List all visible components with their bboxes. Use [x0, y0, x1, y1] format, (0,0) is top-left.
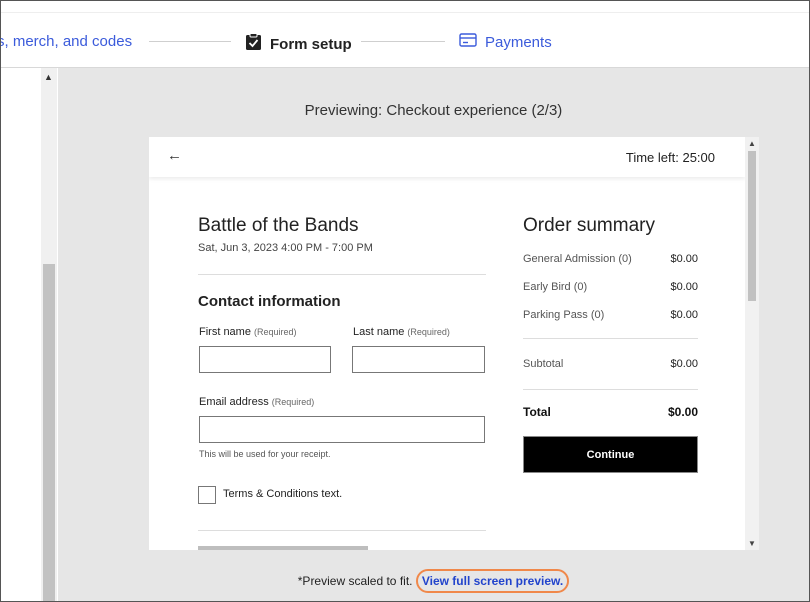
divider [523, 338, 698, 339]
event-date: Sat, Jun 3, 2023 4:00 PM - 7:00 PM [198, 242, 373, 254]
divider [523, 389, 698, 390]
last-name-input[interactable] [352, 346, 485, 373]
preview-scrollbar[interactable]: ▲ ▼ [745, 137, 759, 550]
step-connector [361, 41, 445, 42]
step-tickets-merch-codes[interactable]: s, merch, and codes [0, 33, 133, 50]
summary-item: Parking Pass (0) $0.00 [523, 309, 698, 321]
label-text: First name [199, 326, 251, 338]
app-window: s, merch, and codes Form setup Payments … [0, 0, 810, 602]
scrollbar-thumb[interactable] [43, 264, 55, 601]
item-amount: $0.00 [670, 253, 698, 265]
item-amount: $0.00 [670, 309, 698, 321]
item-label: Early Bird (0) [523, 281, 588, 293]
preview-title: Previewing: Checkout experience (2/3) [304, 102, 563, 119]
label-text: Last name [353, 326, 405, 338]
email-label: Email address (Required) [199, 396, 314, 408]
label-text: Email address [199, 396, 269, 408]
stepper-bar: s, merch, and codes Form setup Payments [1, 1, 809, 68]
checkout-preview-card: ← Time left: 25:00 Battle of the Bands S… [149, 137, 759, 550]
checkout-header: ← Time left: 25:00 [149, 137, 745, 177]
divider [198, 274, 486, 275]
item-label: General Admission (0) [523, 253, 632, 265]
credit-card-icon [459, 33, 477, 51]
contact-section-title: Contact information [198, 293, 341, 310]
step-payments[interactable]: Payments [459, 33, 552, 51]
summary-item: General Admission (0) $0.00 [523, 253, 698, 265]
footnote-text: *Preview scaled to fit. [297, 574, 413, 588]
order-summary-title: Order summary [523, 215, 655, 236]
total-label: Total [523, 405, 551, 419]
total-row: Total $0.00 [523, 405, 698, 419]
step-connector [149, 41, 231, 42]
email-hint: This will be used for your receipt. [199, 449, 331, 459]
last-name-label: Last name (Required) [353, 326, 450, 338]
summary-item: Early Bird (0) $0.00 [523, 281, 698, 293]
scroll-up-arrow-icon[interactable]: ▲ [44, 72, 53, 82]
subtotal-label: Subtotal [523, 358, 564, 370]
view-full-screen-link[interactable]: View full screen preview. [415, 569, 570, 593]
item-amount: $0.00 [670, 281, 698, 293]
settings-scrollbar[interactable]: ▲ [41, 68, 57, 601]
required-tag: (Required) [271, 397, 315, 407]
terms-checkbox[interactable] [198, 486, 216, 504]
time-left-text: Time left: 25:00 [625, 150, 715, 165]
email-input[interactable] [199, 416, 485, 443]
item-label: Parking Pass (0) [523, 309, 605, 321]
top-divider [1, 12, 809, 13]
arrow-left-icon[interactable]: ← [167, 147, 182, 164]
continue-button[interactable]: Continue [523, 436, 698, 473]
terms-label: Terms & Conditions text. [223, 488, 343, 500]
required-tag: (Required) [407, 327, 450, 337]
subtotal-row: Subtotal $0.00 [523, 358, 698, 370]
preview-area: Previewing: Checkout experience (2/3) ← … [58, 68, 809, 601]
clipboard-check-icon [245, 33, 262, 55]
subtotal-amount: $0.00 [670, 358, 698, 370]
event-title: Battle of the Bands [198, 215, 359, 236]
scroll-up-arrow-icon[interactable]: ▲ [748, 139, 756, 148]
divider [198, 530, 486, 531]
step-label: Payments [485, 33, 552, 51]
scroll-down-arrow-icon[interactable]: ▼ [748, 539, 756, 548]
cut-off-section-title [198, 546, 368, 550]
first-name-input[interactable] [199, 346, 331, 373]
required-tag: (Required) [253, 327, 297, 337]
first-name-label: First name (Required) [199, 326, 297, 338]
scrollbar-thumb[interactable] [748, 151, 756, 301]
preview-footnote: *Preview scaled to fit. View full screen… [58, 569, 809, 593]
step-form-setup[interactable]: Form setup [245, 33, 352, 55]
total-amount: $0.00 [667, 405, 698, 419]
step-label: s, merch, and codes [0, 33, 133, 50]
step-label: Form setup [270, 35, 352, 53]
